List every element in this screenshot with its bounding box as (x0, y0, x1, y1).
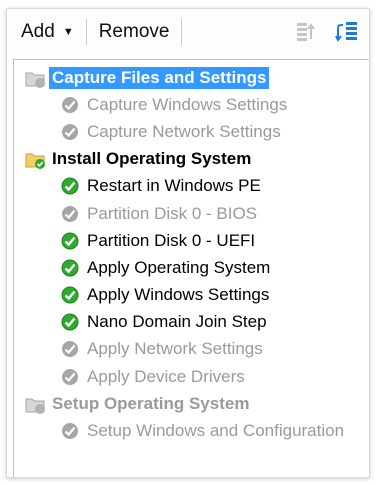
remove-button-label: Remove (98, 21, 170, 42)
task-sequence-tree[interactable]: Capture Files and Settings Capture Windo… (13, 59, 369, 477)
tree-item-label: Restart in Windows PE (87, 176, 261, 196)
tree-item-label: Partition Disk 0 - BIOS (87, 203, 258, 223)
remove-button[interactable]: Remove (95, 17, 174, 47)
tree-group-capture-files-and-settings[interactable]: Capture Files and Settings (14, 64, 369, 91)
check-disabled-icon (59, 121, 81, 143)
tree-item-partition-disk-0-bios[interactable]: Partition Disk 0 - BIOS (14, 200, 369, 227)
add-button-label: Add (21, 21, 55, 42)
tree-group-label: Capture Files and Settings (49, 66, 270, 89)
tree-item-setup-windows-and-configuration[interactable]: Setup Windows and Configuration (14, 417, 369, 444)
tree-item-apply-device-drivers[interactable]: Apply Device Drivers (14, 363, 369, 390)
tree-item-label: Apply Windows Settings (87, 285, 270, 305)
toolbar: Add ▼ Remove (7, 9, 369, 55)
tree-group-install-operating-system[interactable]: Install Operating System (14, 146, 369, 173)
tree-item-restart-in-windows-pe[interactable]: Restart in Windows PE (14, 173, 369, 200)
tree-item-apply-windows-settings[interactable]: Apply Windows Settings (14, 282, 369, 309)
check-disabled-icon (59, 94, 81, 116)
tree-item-label: Apply Network Settings (87, 339, 263, 359)
check-disabled-icon (59, 366, 81, 388)
check-disabled-icon (59, 338, 81, 360)
folder-enabled-icon (24, 148, 46, 170)
toolbar-separator (85, 19, 87, 45)
tree-group-label: Install Operating System (52, 149, 252, 169)
tree-item-apply-network-settings[interactable]: Apply Network Settings (14, 336, 369, 363)
tree-item-label: Setup Windows and Configuration (87, 421, 345, 441)
tree-item-label: Partition Disk 0 - UEFI (87, 230, 256, 250)
chevron-down-icon: ▼ (62, 25, 74, 38)
toolbar-separator (181, 19, 183, 45)
move-down-icon[interactable] (335, 19, 361, 50)
folder-disabled-icon (24, 393, 46, 415)
check-disabled-icon (59, 203, 81, 225)
move-up-icon[interactable] (295, 20, 319, 49)
check-success-icon (59, 311, 81, 333)
tree-item-capture-network-settings[interactable]: Capture Network Settings (14, 118, 369, 145)
check-success-icon (59, 257, 81, 279)
tree-item-label: Apply Operating System (87, 257, 271, 277)
tree-item-apply-operating-system[interactable]: Apply Operating System (14, 254, 369, 281)
check-success-icon (59, 230, 81, 252)
tree-group-label: Setup Operating System (52, 393, 250, 413)
tree-item-capture-windows-settings[interactable]: Capture Windows Settings (14, 91, 369, 118)
tree-item-partition-disk-0-uefi[interactable]: Partition Disk 0 - UEFI (14, 227, 369, 254)
add-dropdown-button[interactable]: Add ▼ (17, 17, 78, 47)
check-success-icon (59, 284, 81, 306)
tree-group-setup-operating-system[interactable]: Setup Operating System (14, 390, 369, 417)
tree-item-label: Nano Domain Join Step (87, 312, 267, 332)
tree-item-label: Capture Windows Settings (87, 94, 288, 114)
folder-disabled-icon (24, 67, 46, 89)
check-success-icon (59, 175, 81, 197)
tree-item-nano-domain-join-step[interactable]: Nano Domain Join Step (14, 309, 369, 336)
tree-item-label: Capture Network Settings (87, 121, 281, 141)
tree-item-label: Apply Device Drivers (87, 366, 245, 386)
check-disabled-icon (59, 420, 81, 442)
task-sequence-editor-window: Add ▼ Remove Capture Files and Settings … (6, 8, 370, 478)
